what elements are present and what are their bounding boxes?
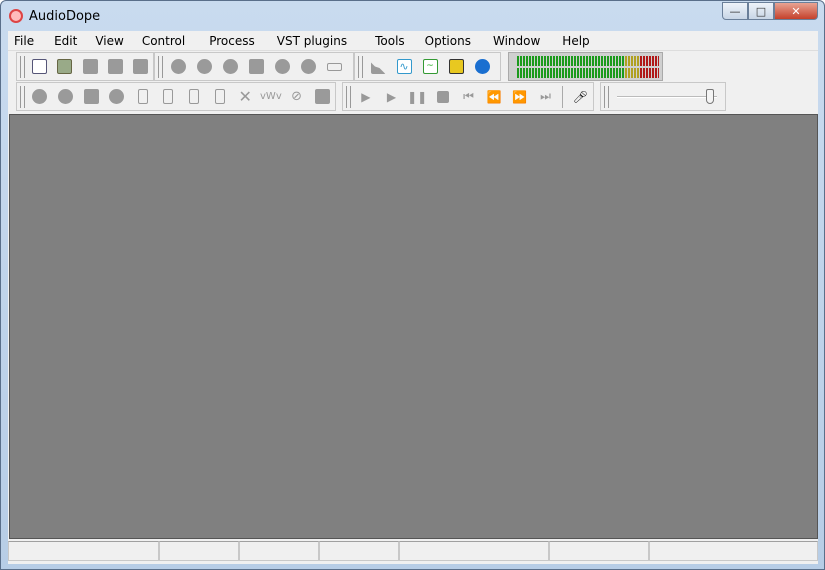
play-icon[interactable]: ▶ xyxy=(353,86,379,108)
menu-window[interactable]: Window xyxy=(487,34,540,48)
transport-toolbar: ▶ ▶ ❚❚ ⏮ ⏪ ⏩ ⏭ 🎤︎ xyxy=(342,82,594,111)
select-all-icon[interactable] xyxy=(309,86,335,108)
zoom-out-horizontal-icon[interactable] xyxy=(191,56,217,78)
save-as-icon[interactable] xyxy=(128,56,153,78)
menu-view[interactable]: View xyxy=(89,34,123,48)
status-section xyxy=(8,541,159,561)
pulse-icon[interactable]: ~ xyxy=(417,56,443,78)
zoom-selection-icon[interactable] xyxy=(217,56,243,78)
paste-mix-icon[interactable] xyxy=(155,86,181,108)
spectrum-icon[interactable] xyxy=(365,56,391,78)
separator xyxy=(562,85,564,108)
menu-process[interactable]: Process xyxy=(203,34,255,48)
redo-icon[interactable] xyxy=(53,86,79,108)
paste-overwrite-icon[interactable] xyxy=(207,86,233,108)
zoom-in-vertical-icon[interactable] xyxy=(269,56,295,78)
view-toolbar: ∿ ~ xyxy=(354,52,501,81)
status-section xyxy=(399,541,549,561)
menu-help[interactable]: Help xyxy=(556,34,589,48)
status-bar xyxy=(8,541,818,563)
level-meter-right xyxy=(517,68,659,78)
rewind-icon[interactable]: ⏪ xyxy=(481,86,507,108)
trim-icon[interactable]: vWv xyxy=(258,86,284,108)
minimize-button[interactable]: — xyxy=(722,2,748,20)
file-toolbar xyxy=(16,52,154,81)
play-from-start-icon[interactable]: ▶ xyxy=(379,86,405,108)
volume-slider[interactable] xyxy=(617,87,717,107)
new-file-icon[interactable] xyxy=(27,56,52,78)
save-icon[interactable] xyxy=(103,56,128,78)
mdi-workspace xyxy=(9,114,818,539)
menu-file[interactable]: File xyxy=(8,34,34,48)
level-meter-left xyxy=(517,56,659,66)
waveform-icon[interactable]: ∿ xyxy=(391,56,417,78)
paste-insert-icon[interactable] xyxy=(181,86,207,108)
copy-icon[interactable] xyxy=(78,86,104,108)
main-window: AudioDope — □ ✕ File Edit View Control P… xyxy=(0,0,825,570)
status-section xyxy=(239,541,319,561)
menu-edit[interactable]: Edit xyxy=(48,34,77,48)
zoom-full-icon[interactable] xyxy=(243,56,269,78)
edit-toolbar: ✕ vWv ⊘ xyxy=(16,82,336,111)
window-title: AudioDope xyxy=(29,8,101,24)
close-button[interactable]: ✕ xyxy=(774,2,818,20)
cd-burn-icon[interactable] xyxy=(443,56,469,78)
level-meter xyxy=(508,52,663,81)
menu-options[interactable]: Options xyxy=(419,34,471,48)
silence-icon[interactable]: ⊘ xyxy=(284,86,310,108)
pause-icon[interactable]: ❚❚ xyxy=(404,86,430,108)
paste-new-icon[interactable] xyxy=(130,86,156,108)
menu-vst-plugins[interactable]: VST plugins xyxy=(271,34,347,48)
undo-icon[interactable] xyxy=(27,86,53,108)
menu-tools[interactable]: Tools xyxy=(369,34,405,48)
stop-icon[interactable] xyxy=(430,86,456,108)
status-section xyxy=(549,541,649,561)
status-section xyxy=(159,541,239,561)
app-headphones-icon xyxy=(9,9,23,23)
zoom-in-horizontal-icon[interactable] xyxy=(165,56,191,78)
cut-icon[interactable] xyxy=(104,86,130,108)
zoom-toolbar xyxy=(154,52,354,81)
zoom-out-vertical-icon[interactable] xyxy=(295,56,321,78)
title-bar: AudioDope xyxy=(9,6,100,26)
volume-track xyxy=(617,95,717,98)
fit-width-icon[interactable] xyxy=(321,56,347,78)
volume-thumb[interactable] xyxy=(706,88,715,104)
status-section xyxy=(649,541,818,561)
delete-icon[interactable]: ✕ xyxy=(232,86,258,108)
microphone-icon[interactable]: 🎤︎ xyxy=(567,86,593,108)
go-to-end-icon[interactable]: ⏭ xyxy=(533,86,559,108)
status-section xyxy=(319,541,399,561)
fast-forward-icon[interactable]: ⏩ xyxy=(507,86,533,108)
open-file-icon[interactable] xyxy=(52,56,77,78)
go-to-start-icon[interactable]: ⏮ xyxy=(456,86,482,108)
menu-bar: File Edit View Control Process VST plugi… xyxy=(8,31,818,51)
maximize-button[interactable]: □ xyxy=(748,2,774,20)
volume-toolbar xyxy=(600,82,726,111)
audio-info-icon[interactable] xyxy=(469,56,495,78)
folder-icon[interactable] xyxy=(77,56,102,78)
menu-control[interactable]: Control xyxy=(136,34,185,48)
